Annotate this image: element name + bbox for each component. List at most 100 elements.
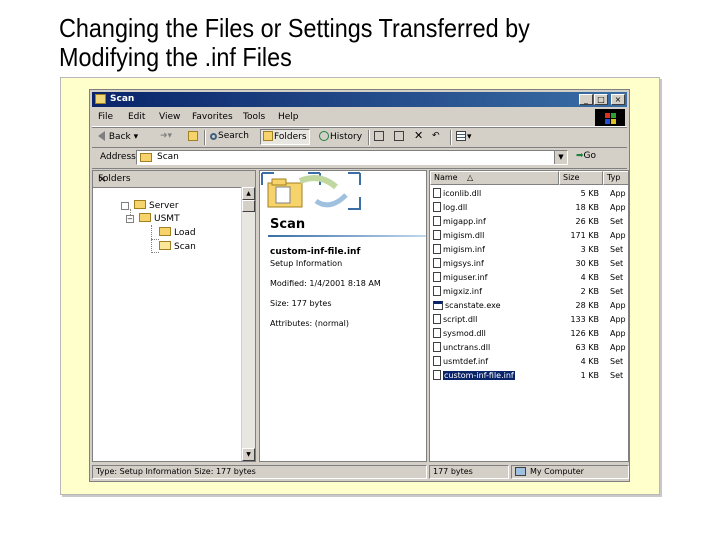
column-type-label: Typ [607,173,621,182]
file-size: 28 KB [575,301,599,310]
file-type: App [610,301,626,310]
tree-item-load[interactable]: Load [159,227,196,238]
file-row[interactable]: script.dll 133 KB App [430,313,628,327]
file-type: App [610,203,626,212]
address-value: Scan [157,152,179,162]
move-to-icon [374,131,384,141]
file-row[interactable]: scanstate.exe 28 KB App [430,299,628,313]
scroll-up-button[interactable]: ▲ [242,187,255,200]
open-folder-icon [159,241,171,250]
file-row[interactable]: usmtdef.inf 4 KB Set [430,355,628,369]
file-row[interactable]: miguser.inf 4 KB Set [430,271,628,285]
file-list: Name △ Size Typ iconlib.dll 5 KB App log… [429,170,629,462]
file-row[interactable]: iconlib.dll 5 KB App [430,187,628,201]
file-name: usmtdef.inf [443,357,489,366]
inf-icon [433,216,441,226]
delete-button[interactable]: ✕ [414,129,423,142]
file-size: 3 KB [580,245,599,254]
file-type: App [610,329,626,338]
window-title: Scan [110,94,135,104]
folders-button[interactable]: Folders [260,129,310,145]
file-row[interactable]: migapp.inf 26 KB Set [430,215,628,229]
views-button[interactable]: ▾ [456,131,472,142]
file-type: App [610,343,626,352]
column-header-type[interactable]: Typ [603,171,628,185]
slide-title: Changing the Files or Settings Transferr… [59,14,617,72]
exe-icon [433,301,443,310]
dll-icon [433,188,441,198]
up-folder-icon [188,131,198,141]
tree-connector [151,239,159,240]
tree-item-label: Load [174,228,196,238]
menu-edit[interactable]: Edit [128,112,145,122]
folders-scrollbar[interactable]: ▲ ▼ [241,187,255,461]
history-icon [319,131,329,141]
file-row[interactable]: log.dll 18 KB App [430,201,628,215]
folder-icon [159,227,171,236]
column-header-size[interactable]: Size [559,171,603,185]
menu-file[interactable]: File [98,112,113,122]
address-input[interactable]: Scan ▼ [136,150,568,165]
status-type-info: Type: Setup Information Size: 177 bytes [92,465,427,479]
scroll-down-button[interactable]: ▼ [242,448,255,461]
maximize-button[interactable]: □ [594,94,608,105]
folders-pane: Folders × Server − USMT Load Scan ▲ ▼ [92,170,256,462]
dll-icon [433,230,441,240]
chevron-down-icon: ▾ [467,132,472,142]
column-header-name[interactable]: Name △ [430,171,559,185]
address-dropdown-button[interactable]: ▼ [554,151,567,164]
column-size-label: Size [563,173,580,182]
menu-tools[interactable]: Tools [243,112,265,122]
status-location-label: My Computer [530,467,584,476]
file-row[interactable]: migism.dll 171 KB App [430,229,628,243]
history-button[interactable]: History [319,131,362,142]
delete-icon: ✕ [414,129,424,142]
menu-favorites[interactable]: Favorites [192,112,233,122]
selected-file-name: custom-inf-file.inf [270,247,361,257]
menu-view[interactable]: View [159,112,180,122]
folder-banner-icon [261,172,361,210]
file-size: 5 KB [580,189,599,198]
file-type: Set [610,245,624,254]
file-row[interactable]: sysmod.dll 126 KB App [430,327,628,341]
file-name: scanstate.exe [445,301,501,310]
forward-arrow-icon: ➜ [160,131,168,141]
file-size: 30 KB [575,259,599,268]
tree-item-label: USMT [154,214,180,224]
folder-info-pane: Scan custom-inf-file.inf Setup Informati… [259,170,427,462]
up-folder-button[interactable] [188,131,199,142]
go-label: Go [583,151,597,161]
folders-pane-close-button[interactable]: × [98,174,249,185]
minimize-button[interactable]: _ [579,94,593,105]
inf-icon [433,258,441,268]
file-row[interactable]: migism.inf 3 KB Set [430,243,628,257]
file-row[interactable]: migsys.inf 30 KB Set [430,257,628,271]
file-size: 171 KB [570,231,599,240]
forward-button[interactable]: ➜▾ [160,131,172,141]
file-size: 2 KB [580,287,599,296]
selected-file-attributes: Attributes: (normal) [270,319,350,328]
search-button[interactable]: Search [210,131,249,141]
file-name: migism.dll [443,231,485,240]
toolbar: Back ▾ ➜▾ Search Folders History ✕ ↶ ▾ [92,127,627,148]
file-row[interactable]: unctrans.dll 63 KB App [430,341,628,355]
go-button[interactable]: ➡Go [576,151,596,161]
tree-item-scan[interactable]: Scan [159,241,196,252]
file-row[interactable]: migxiz.inf 2 KB Set [430,285,628,299]
toolbar-separator [368,130,370,145]
back-button[interactable]: Back ▾ [98,131,138,142]
copy-to-button[interactable] [394,131,405,142]
column-name-label: Name [434,173,458,182]
move-to-button[interactable] [374,131,385,142]
title-bar[interactable]: Scan _ □ × [92,92,627,107]
title-underline [268,235,426,237]
close-button[interactable]: × [611,94,625,105]
tree-collapser[interactable]: − [126,215,134,223]
undo-button[interactable]: ↶ [432,131,440,141]
inf-icon [433,356,441,366]
file-row-selected[interactable]: custom-inf-file.inf 1 KB Set [430,369,628,383]
menu-bar: File Edit View Favorites Tools Help [92,109,627,127]
tree-expander[interactable] [121,202,129,210]
scroll-thumb[interactable] [242,200,255,212]
menu-help[interactable]: Help [278,112,299,122]
